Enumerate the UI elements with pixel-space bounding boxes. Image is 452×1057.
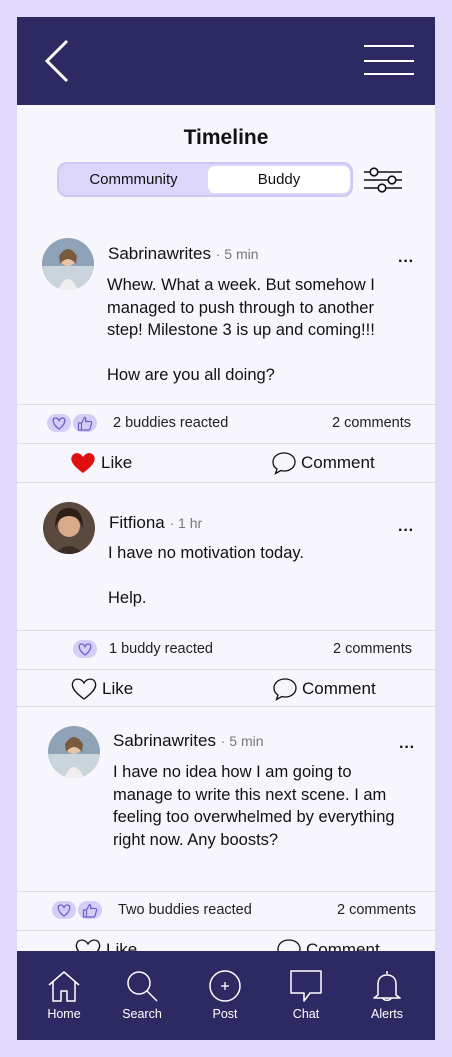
nav-search[interactable]: Search [102, 951, 182, 1040]
nav-label: Post [212, 1007, 238, 1021]
nav-label: Chat [292, 1007, 320, 1021]
heart-outline-icon [71, 678, 97, 700]
search-icon [127, 971, 158, 1002]
plus-circle-icon [209, 970, 241, 1002]
heart-reaction-icon [52, 901, 76, 919]
avatar[interactable] [43, 502, 95, 554]
post-body: I have no motivation today. Help. [108, 544, 304, 607]
hamburger-icon [364, 45, 414, 75]
speech-bubble-icon [272, 452, 296, 475]
phone-frame: Timeline Commmunity Buddy Sabrinawrites … [17, 17, 435, 1040]
timeline-content: Timeline Commmunity Buddy Sabrinawrites … [17, 105, 435, 962]
nav-alerts[interactable]: Alerts [347, 951, 427, 1040]
top-bar [17, 17, 435, 105]
chat-icon [290, 970, 322, 1002]
filter-button[interactable] [362, 165, 404, 195]
author-name: Sabrinawrites [113, 731, 216, 750]
divider [17, 669, 435, 670]
chevron-left-icon [44, 39, 69, 83]
author-name: Fitfiona [109, 513, 165, 532]
bottom-nav: Home Search Post Chat Alerts [17, 951, 435, 1040]
post-time: · 5 min [220, 733, 264, 749]
tab-community[interactable]: Commmunity [61, 166, 206, 193]
heart-reaction-icon [47, 414, 71, 432]
comment-label: Comment [302, 679, 376, 698]
avatar[interactable] [42, 238, 94, 290]
heart-reaction-icon [73, 640, 97, 658]
page-title: Timeline [183, 126, 269, 149]
nav-home[interactable]: Home [24, 951, 104, 1040]
reaction-count[interactable]: 1 buddy reacted [109, 641, 213, 657]
author-name: Sabrinawrites [108, 244, 211, 263]
reaction-icons[interactable] [47, 414, 97, 432]
heart-filled-icon [71, 453, 95, 473]
divider [17, 443, 435, 444]
back-button[interactable] [39, 37, 79, 85]
comment-button[interactable]: Comment [271, 451, 375, 475]
post-body: Whew. What a week. But somehow I managed… [107, 276, 375, 384]
reaction-count[interactable]: Two buddies reacted [118, 902, 252, 918]
comment-count[interactable]: 2 comments [337, 902, 416, 918]
thumbs-up-reaction-icon [73, 414, 97, 432]
comment-label: Comment [301, 453, 375, 472]
thumbs-up-reaction-icon [78, 901, 102, 919]
post-time: · 5 min [215, 246, 259, 262]
reaction-icons[interactable] [52, 901, 102, 919]
nav-post[interactable]: Post [185, 951, 265, 1040]
nav-label: Home [47, 1007, 81, 1021]
tab-buddy[interactable]: Buddy [208, 166, 350, 193]
divider [17, 930, 435, 931]
avatar[interactable] [48, 726, 100, 778]
nav-label: Alerts [371, 1007, 403, 1021]
divider [17, 891, 435, 892]
comment-count[interactable]: 2 comments [332, 415, 411, 431]
like-button[interactable]: Like [69, 451, 132, 475]
divider [17, 404, 435, 405]
home-icon [48, 971, 80, 1002]
sliders-icon [364, 167, 402, 193]
like-label: Like [101, 453, 133, 472]
comment-count[interactable]: 2 comments [333, 641, 412, 657]
post-options-button[interactable]: ··· [398, 522, 414, 540]
post-author[interactable]: Sabrinawrites · 5 min [113, 731, 264, 751]
like-label: Like [102, 679, 134, 698]
divider [17, 630, 435, 631]
like-button[interactable]: Like [70, 677, 133, 701]
reaction-icons[interactable] [73, 640, 97, 658]
speech-bubble-icon [273, 678, 297, 701]
post-options-button[interactable]: ··· [399, 739, 415, 757]
menu-button[interactable] [362, 43, 416, 79]
post-time: · 1 hr [169, 515, 203, 531]
feed-toggle: Commmunity Buddy [57, 162, 353, 197]
nav-chat[interactable]: Chat [266, 951, 346, 1040]
bell-icon [373, 971, 401, 1001]
post-author[interactable]: Fitfiona · 1 hr [109, 513, 202, 533]
nav-label: Search [122, 1007, 162, 1021]
divider [17, 482, 435, 483]
divider [17, 706, 435, 707]
post-options-button[interactable]: ··· [398, 253, 414, 271]
reaction-count[interactable]: 2 buddies reacted [113, 415, 228, 431]
comment-button[interactable]: Comment [272, 677, 376, 701]
post-body: I have no idea how I am going to manage … [113, 763, 395, 849]
post-author[interactable]: Sabrinawrites · 5 min [108, 244, 259, 264]
